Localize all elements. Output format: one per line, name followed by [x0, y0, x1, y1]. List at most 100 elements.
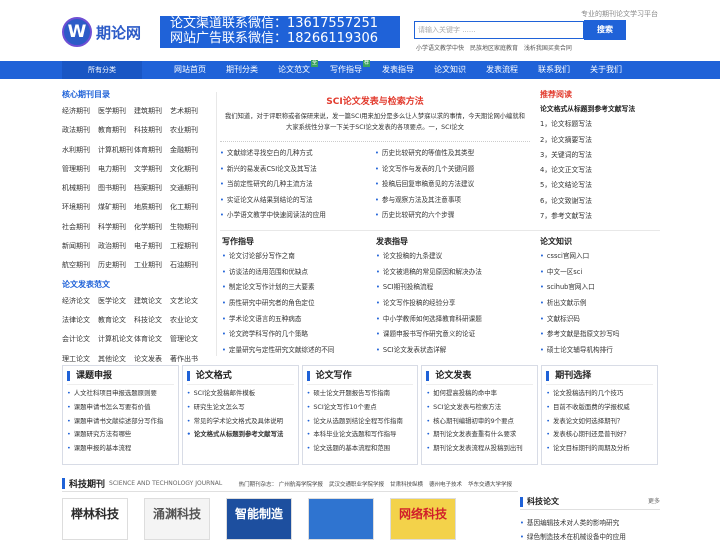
site-logo[interactable]: W 期论网: [62, 14, 162, 50]
journal-category-link[interactable]: 医学期刊: [98, 102, 134, 121]
journal-category-link[interactable]: 科学期刊: [98, 218, 134, 237]
article-link[interactable]: 中文一区sci: [540, 265, 660, 281]
journal-category-link[interactable]: 文学期刊: [134, 160, 170, 179]
article-link[interactable]: 论文讨论部分写作之南: [222, 249, 370, 265]
paper-samples-title[interactable]: 论文发表范文: [62, 278, 212, 292]
more-link[interactable]: 更多: [648, 494, 660, 510]
article-link[interactable]: 论文写作与发表的几个关键问题: [375, 162, 530, 178]
article-link[interactable]: 期刊论文发表查重有什么要求: [426, 428, 533, 442]
paper-category-link[interactable]: 计算机论文: [98, 330, 134, 349]
journal-category-link[interactable]: 环境期刊: [62, 198, 98, 217]
journal-category-link[interactable]: 生物期刊: [170, 218, 206, 237]
nav-item[interactable]: 写作指导荐: [320, 60, 372, 79]
journal-category-link[interactable]: 交通期刊: [170, 179, 206, 198]
article-link[interactable]: 实证论文从结果到结论的写法: [220, 193, 375, 209]
journal-category-link[interactable]: 工业期刊: [134, 256, 170, 275]
recommended-link[interactable]: 6，论文致谢写法: [540, 194, 660, 209]
journal-category-link[interactable]: 地质期刊: [134, 198, 170, 217]
article-link[interactable]: 期刊论文发表流程从投稿到出刊: [426, 442, 533, 456]
article-link[interactable]: 论文格式从标题到参考文献写法: [187, 428, 294, 442]
journal-category-link[interactable]: 建筑期刊: [134, 102, 170, 121]
article-link[interactable]: 如何提高投稿的命中率: [426, 387, 533, 401]
journal-category-link[interactable]: 新闻期刊: [62, 237, 98, 256]
hot-journal-link[interactable]: 甘肃科技纵横: [390, 482, 423, 488]
recommended-link[interactable]: 3，关键词的写法: [540, 148, 660, 163]
article-link[interactable]: 当前定性研究的几种主流方法: [220, 177, 375, 193]
article-link[interactable]: 目前不收版面费的学报权威: [546, 401, 653, 415]
article-link[interactable]: 论文写作投稿的经验分享: [376, 296, 524, 312]
article-link[interactable]: SCI论文写作10个要点: [307, 401, 414, 415]
paper-category-link[interactable]: 体育论文: [134, 330, 170, 349]
article-link[interactable]: 投稿后回复审稿意见的方法建议: [375, 177, 530, 193]
article-link[interactable]: 参考文献是指原文抄写吗: [540, 327, 660, 343]
journal-category-link[interactable]: 电力期刊: [98, 160, 134, 179]
article-link[interactable]: 发表论文如何选择期刊？: [546, 415, 653, 429]
article-link[interactable]: 历史比较研究的六个步骤: [375, 208, 530, 224]
nav-item[interactable]: 关于我们: [580, 61, 632, 79]
article-link[interactable]: 论文投稿选刊的几个技巧: [546, 387, 653, 401]
journal-category-link[interactable]: 政治期刊: [98, 237, 134, 256]
article-link[interactable]: 课题申请书文献综述部分写作指: [67, 415, 174, 429]
article-link[interactable]: 硕士论文开题报告写作指南: [307, 387, 414, 401]
article-link[interactable]: 文献综述寻找空白的几种方式: [220, 146, 375, 162]
article-link[interactable]: 论文目标期刊的周期及分析: [546, 442, 653, 456]
nav-item[interactable]: 网站首页: [164, 61, 216, 79]
paper-category-link[interactable]: 法律论文: [62, 311, 98, 330]
journal-category-link[interactable]: 经济期刊: [62, 102, 98, 121]
paper-category-link[interactable]: 会计论文: [62, 330, 98, 349]
article-link[interactable]: 本科毕业论文选题和写作指导: [307, 428, 414, 442]
article-link[interactable]: 参与观察方法及其注意事项: [375, 193, 530, 209]
hot-journal-link[interactable]: 武汉交通职业学院学报: [329, 482, 384, 488]
paper-category-link[interactable]: 医学论文: [98, 292, 134, 311]
article-link[interactable]: 论文投稿的九条建议: [376, 249, 524, 265]
journal-category-link[interactable]: 金融期刊: [170, 141, 206, 160]
article-link[interactable]: cssci官网入口: [540, 249, 660, 265]
search-button[interactable]: 搜索: [584, 20, 626, 40]
section-title[interactable]: 发表指导: [376, 234, 524, 249]
article-link[interactable]: SCI论文投稿邮件模板: [187, 387, 294, 401]
article-link[interactable]: 学术论文语言的五种病态: [222, 312, 370, 328]
nav-item[interactable]: 发表流程: [476, 61, 528, 79]
journal-category-link[interactable]: 社会期刊: [62, 218, 98, 237]
nav-item[interactable]: 发表指导: [372, 61, 424, 79]
recommended-link[interactable]: 论文格式从标题到参考文献写法: [540, 102, 660, 117]
paper-category-link[interactable]: 教育论文: [98, 311, 134, 330]
journal-category-link[interactable]: 机械期刊: [62, 179, 98, 198]
article-link[interactable]: 论文跨学科写作的几个策略: [222, 327, 370, 343]
article-link[interactable]: 质性研究中研究者的角色定位: [222, 296, 370, 312]
featured-title[interactable]: SCI论文发表与检索方法: [220, 94, 530, 107]
hot-link[interactable]: 民族地区家庭教育: [470, 45, 518, 52]
journal-category-link[interactable]: 工程期刊: [170, 237, 206, 256]
paper-category-link[interactable]: 管理论文: [170, 330, 206, 349]
all-categories-button[interactable]: 所有分类: [62, 61, 142, 79]
journal-category-link[interactable]: 图书期刊: [98, 179, 134, 198]
journal-category-link[interactable]: 化工期刊: [170, 198, 206, 217]
article-link[interactable]: 课题申报书写作研究意义的论证: [376, 327, 524, 343]
journal-category-link[interactable]: 档案期刊: [134, 179, 170, 198]
hot-link[interactable]: 浅析我国买卖合同: [524, 45, 572, 52]
article-link[interactable]: 论文被退稿的常见原因和解决办法: [376, 265, 524, 281]
card-title[interactable]: 期刊选择: [546, 368, 653, 385]
journal-category-link[interactable]: 历史期刊: [98, 256, 134, 275]
tech-paper-link[interactable]: 绿色制造技术在机械设备中的应用: [520, 530, 660, 540]
journal-category-link[interactable]: 科技期刊: [134, 121, 170, 140]
nav-item[interactable]: 联系我们: [528, 61, 580, 79]
journal-category-link[interactable]: 体育期刊: [134, 141, 170, 160]
hot-journal-link[interactable]: 广州航海学院学报: [279, 482, 323, 488]
article-link[interactable]: 定量研究与定性研究文献综述的不同: [222, 343, 370, 359]
recommended-link[interactable]: 7，参考文献写法: [540, 209, 660, 224]
journal-cover[interactable]: 榉林科技: [62, 498, 128, 540]
tech-paper-link[interactable]: 基因编辑技术对人类的影响研究: [520, 516, 660, 530]
core-journals-title[interactable]: 核心期刊目录: [62, 88, 212, 102]
article-link[interactable]: 文献标识码: [540, 312, 660, 328]
card-title[interactable]: 课题申报: [67, 368, 174, 385]
tech-papers-title[interactable]: 科技论文: [527, 494, 559, 510]
search-input[interactable]: 请输入关键字 ......: [414, 21, 584, 39]
article-link[interactable]: 访谈法的适用范围和优缺点: [222, 265, 370, 281]
journal-category-link[interactable]: 艺术期刊: [170, 102, 206, 121]
article-link[interactable]: 核心期刊编辑初审的9个要点: [426, 415, 533, 429]
article-link[interactable]: 中小学教师如何选择教育科研课题: [376, 312, 524, 328]
journal-category-link[interactable]: 教育期刊: [98, 121, 134, 140]
hot-link[interactable]: 小学语文教学中快: [416, 45, 464, 52]
article-link[interactable]: 人文社科项目申报选题原则要: [67, 387, 174, 401]
